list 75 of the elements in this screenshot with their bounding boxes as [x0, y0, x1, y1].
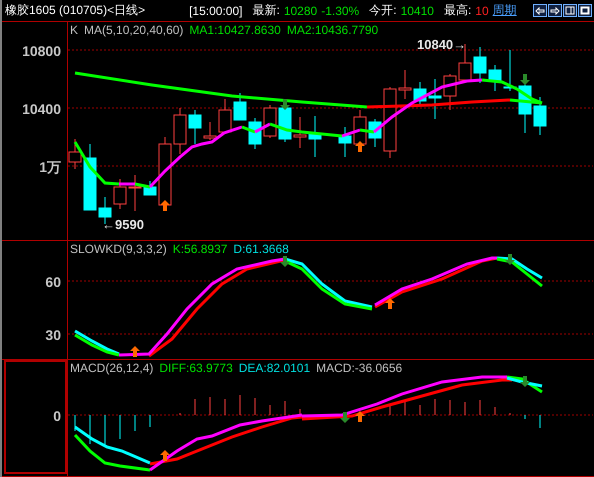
- quote-label: 今开:: [369, 2, 397, 19]
- candlestick: [114, 178, 126, 210]
- quote-label: 最高:: [444, 2, 472, 19]
- indicator-legend: K:56.8937: [172, 242, 228, 256]
- indicator-legend: MA2:10436.7790: [286, 23, 378, 37]
- down-arrow-icon: [520, 376, 530, 387]
- quote-value: 10: [475, 4, 489, 18]
- indicator-legend: MACD:-36.0656: [316, 361, 402, 375]
- candlestick: [428, 78, 442, 120]
- indicator-legend: K: [70, 23, 78, 37]
- price-annotation: 10840→: [417, 37, 466, 52]
- candlestick: [504, 50, 516, 92]
- instrument-title: 橡胶1605 (010705)<日线>: [5, 2, 146, 19]
- right-arrow-icon: [550, 6, 560, 14]
- candlestick: [294, 116, 306, 148]
- quote-value: -1.30%: [321, 4, 360, 18]
- candlestick: [158, 136, 172, 206]
- candlestick: [174, 108, 186, 154]
- up-arrow-icon: [160, 200, 170, 211]
- up-arrow-icon: [385, 298, 395, 309]
- quote-label: 最新:: [252, 2, 280, 19]
- period-link[interactable]: 周期: [492, 2, 517, 19]
- indicator-legend: DEA:82.0101: [238, 361, 310, 375]
- down-arrow-icon: [340, 412, 350, 423]
- arrow-button[interactable]: [533, 4, 547, 17]
- candlestick: [308, 116, 322, 158]
- up-arrow-icon: [355, 411, 365, 422]
- candlestick: [234, 92, 246, 120]
- down-arrow-icon: [520, 74, 530, 85]
- quote-time: [15:00:00]: [189, 4, 242, 18]
- axis-label: 1万: [39, 159, 61, 177]
- axis-label: 30: [45, 327, 61, 343]
- axis-label: 10800: [22, 43, 61, 59]
- axis-label: 10400: [22, 101, 61, 117]
- candlestick: [444, 74, 456, 110]
- quote-value: 10410: [400, 4, 434, 18]
- candlestick: [204, 122, 216, 140]
- candlestick: [368, 118, 382, 148]
- indicator-legend: SLOWKD(9,3,3,2): [70, 242, 167, 256]
- candlestick: [128, 174, 142, 212]
- left-arrow-icon: [535, 6, 545, 14]
- candlestick: [264, 104, 276, 138]
- layout-button[interactable]: [578, 4, 592, 17]
- candlestick: [338, 126, 352, 158]
- price-annotation: ←9590: [102, 217, 144, 232]
- candlestick: [384, 86, 396, 158]
- candlestick: [84, 144, 96, 210]
- candlestick: [144, 180, 156, 196]
- axis-label: 0: [53, 408, 61, 424]
- indicator-legend: MACD(26,12,4): [70, 361, 154, 375]
- up-arrow-icon: [355, 141, 365, 152]
- axis-label: 60: [45, 274, 61, 290]
- candlestick: [474, 46, 486, 84]
- down-arrow-icon: [280, 256, 290, 267]
- candlestick: [218, 98, 232, 132]
- arrow-button[interactable]: [548, 4, 562, 17]
- indicator-legend: D:61.3668: [233, 242, 289, 256]
- candlestick: [488, 64, 502, 92]
- candlestick: [188, 110, 202, 144]
- candlestick: [534, 96, 546, 136]
- up-arrow-icon: [130, 346, 140, 357]
- candlestick: [414, 82, 426, 104]
- layout-button[interactable]: [563, 4, 577, 17]
- indicator-legend: DIFF:63.9773: [159, 361, 233, 375]
- split-view-icon: [565, 6, 575, 15]
- window-icon: [580, 6, 590, 15]
- candlestick: [398, 70, 412, 100]
- down-arrow-icon: [505, 254, 515, 265]
- down-arrow-icon: [280, 99, 290, 110]
- indicator-legend: MA(5,10,20,40,60): [84, 23, 184, 37]
- quote-value: 10280: [284, 4, 318, 18]
- candlestick: [248, 118, 262, 150]
- candlestick: [68, 138, 82, 170]
- indicator-legend: MA1:10427.8630: [189, 23, 281, 37]
- up-arrow-icon: [160, 450, 170, 461]
